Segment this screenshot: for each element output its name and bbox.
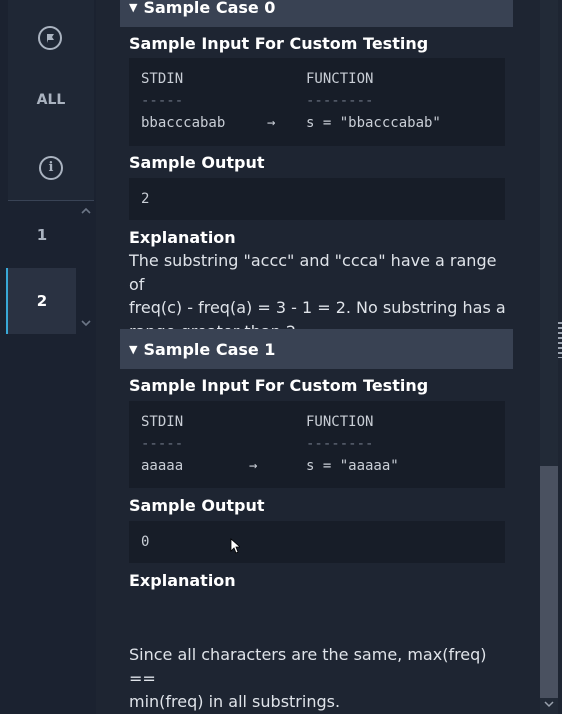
input-heading: Sample Input For Custom Testing bbox=[129, 34, 429, 53]
output-heading: Sample Output bbox=[129, 153, 265, 172]
explanation-heading: Explanation bbox=[129, 228, 236, 247]
output-value: 2 bbox=[141, 191, 150, 207]
stdin-header: STDIN bbox=[141, 71, 184, 87]
output-value: 0 bbox=[141, 534, 150, 550]
flag-icon[interactable] bbox=[38, 26, 62, 50]
triangle-down-icon: ▼ bbox=[129, 0, 138, 14]
sample-output-block: 0 bbox=[129, 521, 505, 563]
function-value: s = "aaaaa" bbox=[306, 458, 399, 474]
nav-divider bbox=[8, 200, 94, 201]
testcase-tab-1[interactable]: 1 bbox=[8, 202, 76, 267]
testcase-nav: ALL i 1 2 bbox=[0, 0, 96, 714]
stdin-value: bbacccabab bbox=[141, 115, 226, 131]
chevron-down-icon[interactable] bbox=[80, 320, 92, 330]
info-icon[interactable]: i bbox=[39, 156, 63, 180]
explanation-line: min(freq) in all substrings. bbox=[129, 692, 341, 711]
sample-case-1-header[interactable]: ▼ Sample Case 1 bbox=[120, 329, 513, 369]
mouse-cursor-icon bbox=[230, 538, 242, 554]
nav-all-testcases[interactable]: ALL bbox=[8, 92, 94, 108]
arrow-icon: → bbox=[267, 115, 276, 131]
stdin-dashes: ----- bbox=[141, 93, 184, 109]
scroll-down-arrow-icon[interactable] bbox=[540, 700, 558, 714]
stdin-header: STDIN bbox=[141, 414, 184, 430]
sample-input-block: STDIN FUNCTION ----- -------- bbacccabab… bbox=[129, 58, 505, 146]
sample-cases-panel: ▼ Sample Case 0 Sample Input For Custom … bbox=[96, 0, 536, 714]
sample-case-title: Sample Case 0 bbox=[143, 0, 276, 17]
sample-case-title: Sample Case 1 bbox=[143, 339, 276, 359]
sample-input-block: STDIN FUNCTION ----- -------- aaaaa → s … bbox=[129, 401, 505, 488]
chevron-up-icon[interactable] bbox=[80, 206, 92, 216]
output-heading: Sample Output bbox=[129, 496, 265, 515]
triangle-down-icon: ▼ bbox=[129, 342, 138, 356]
function-header: FUNCTION bbox=[306, 71, 374, 87]
function-header: FUNCTION bbox=[306, 414, 374, 430]
sample-case-0-header[interactable]: ▼ Sample Case 0 bbox=[120, 0, 513, 27]
input-heading: Sample Input For Custom Testing bbox=[129, 376, 429, 395]
explanation-text: Since all characters are the same, max(f… bbox=[129, 643, 509, 714]
arrow-icon: → bbox=[249, 458, 258, 474]
explanation-line: freq(c) - freq(a) = 3 - 1 = 2. No substr… bbox=[129, 298, 506, 317]
function-value: s = "bbacccabab" bbox=[306, 115, 441, 131]
stdin-dashes: ----- bbox=[141, 436, 184, 452]
testcase-tab-2[interactable]: 2 bbox=[8, 268, 76, 334]
testcase-scroller[interactable] bbox=[77, 202, 94, 334]
function-dashes: -------- bbox=[306, 436, 374, 452]
explanation-line: The substring "accc" and "ccca" have a r… bbox=[129, 251, 497, 294]
explanation-line: Since all characters are the same, max(f… bbox=[129, 645, 487, 688]
scrollbar-thumb[interactable] bbox=[540, 466, 558, 698]
resize-grip-icon[interactable] bbox=[558, 322, 562, 358]
stdin-value: aaaaa bbox=[141, 458, 184, 474]
function-dashes: -------- bbox=[306, 93, 374, 109]
explanation-heading: Explanation bbox=[129, 571, 236, 590]
sample-output-block: 2 bbox=[129, 178, 505, 220]
